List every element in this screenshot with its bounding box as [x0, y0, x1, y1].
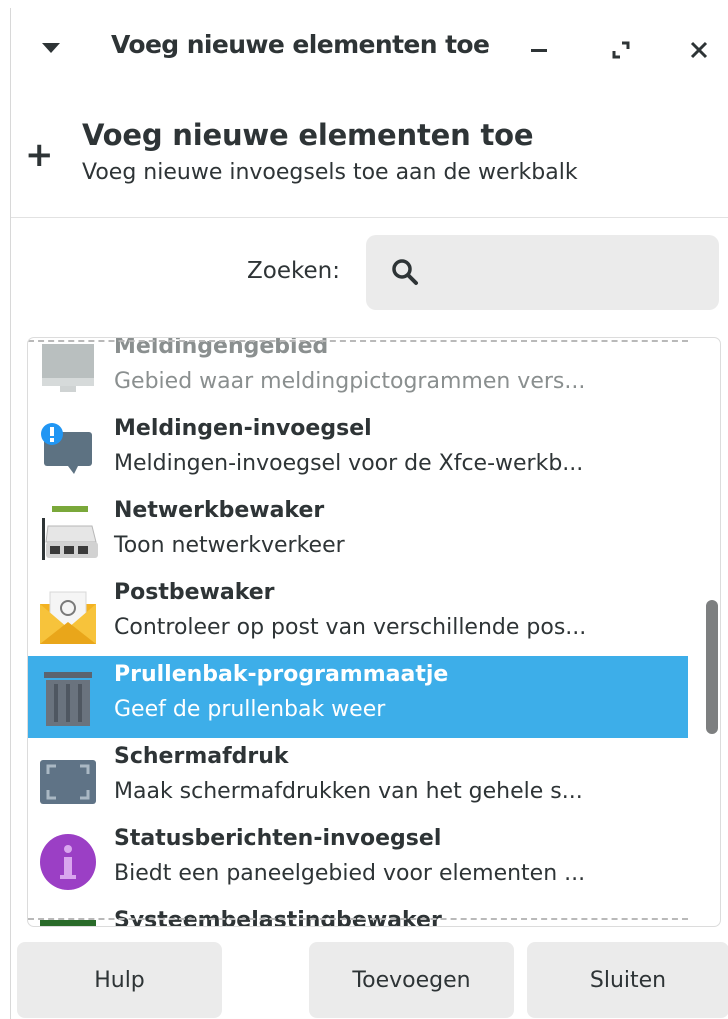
item-description: Geef de prullenbak weer [114, 697, 386, 722]
scrollbar[interactable] [704, 338, 718, 926]
notification-plugin-icon [41, 423, 92, 474]
item-description: Maak schermafdrukken van het gehele s... [114, 779, 583, 804]
list-item[interactable]: Netwerkbewaker Toon netwerkverkeer [28, 492, 688, 574]
item-name: Schermafdruk [114, 744, 289, 769]
maximize-icon [612, 41, 630, 59]
status-notifier-icon [40, 834, 96, 890]
notification-area-icon [42, 344, 94, 392]
drop-marker-line [28, 340, 688, 342]
close-window-button[interactable] [679, 30, 719, 70]
list-item-selected[interactable]: Prullenbak-programmaatje Geef de prullen… [28, 656, 688, 738]
item-description: Meldingen-invoegsel voor de Xfce-werkb..… [114, 451, 584, 476]
trash-icon [44, 672, 92, 726]
item-description: Biedt een paneelgebied voor elementen ..… [114, 861, 586, 886]
network-monitor-icon [42, 506, 98, 560]
header-divider [11, 217, 728, 218]
search-icon [392, 259, 418, 285]
list-item[interactable]: Meldingengebied Gebied waar meldingpicto… [28, 338, 688, 410]
list-item[interactable]: Systeembelastingbewaker [28, 902, 688, 926]
add-button[interactable]: Toevoegen [309, 942, 514, 1018]
list-item[interactable]: Meldingen-invoegsel Meldingen-invoegsel … [28, 410, 688, 492]
window-title: Voeg nieuwe elementen toe [111, 30, 490, 59]
header-subtitle: Voeg nieuwe invoegsels toe aan de werkba… [82, 160, 578, 185]
item-name: Statusberichten-invoegsel [114, 826, 442, 851]
add-items-dialog: Voeg nieuwe elementen toe + Voeg nieuwe … [10, 8, 728, 1019]
item-description: Controleer op post van verschillende pos… [114, 615, 587, 640]
item-name: Meldingen-invoegsel [114, 416, 372, 441]
item-name: Postbewaker [114, 580, 275, 605]
add-icon: + [25, 135, 54, 175]
window-menu-button[interactable] [35, 32, 67, 64]
minimize-icon [531, 49, 547, 52]
maximize-button[interactable] [601, 30, 641, 70]
header-title: Voeg nieuwe elementen toe [82, 118, 534, 152]
system-load-icon [40, 920, 96, 926]
search-input[interactable] [428, 235, 712, 312]
screenshot-icon [40, 760, 96, 804]
item-name: Prullenbak-programmaatje [114, 662, 449, 687]
list-item[interactable]: Statusberichten-invoegsel Biedt een pane… [28, 820, 688, 902]
item-description: Toon netwerkverkeer [114, 533, 345, 558]
list-item[interactable]: Postbewaker Controleer op post van versc… [28, 574, 688, 656]
mail-watcher-icon [40, 591, 96, 644]
list-item[interactable]: Schermafdruk Maak schermafdrukken van he… [28, 738, 688, 820]
titlebar: Voeg nieuwe elementen toe [11, 8, 728, 92]
scrollbar-thumb[interactable] [706, 600, 718, 734]
search-field[interactable] [366, 235, 719, 312]
search-label: Zoeken: [247, 258, 340, 284]
close-icon [690, 41, 708, 59]
dialog-header: + Voeg nieuwe elementen toe Voeg nieuwe … [11, 100, 728, 216]
help-button[interactable]: Hulp [17, 942, 222, 1018]
triangle-down-icon [42, 43, 60, 53]
minimize-button[interactable] [519, 30, 559, 70]
plugin-list[interactable]: Meldingengebied Gebied waar meldingpicto… [27, 337, 721, 927]
item-name: Netwerkbewaker [114, 498, 325, 523]
close-button[interactable]: Sluiten [527, 942, 728, 1018]
item-description: Gebied waar meldingpictogrammen vers... [114, 369, 586, 394]
drop-marker-line [28, 918, 688, 920]
